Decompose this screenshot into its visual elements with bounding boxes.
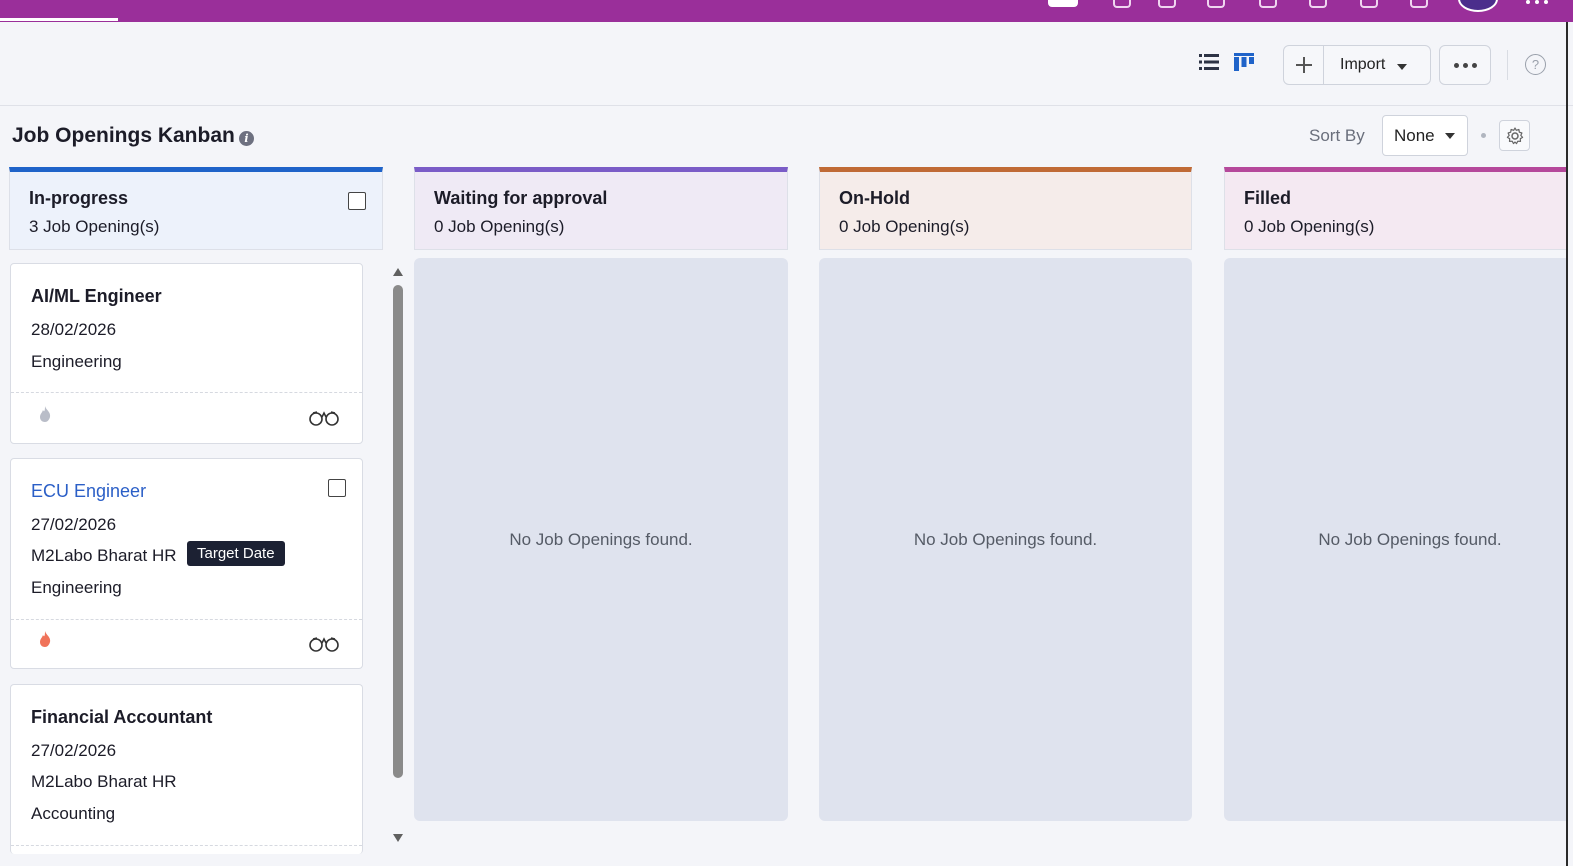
page-title: Job Openings Kanban (12, 124, 235, 147)
card-footer (11, 845, 362, 846)
link-icon[interactable] (1410, 0, 1428, 8)
column-name: In-progress (29, 188, 129, 208)
info-icon[interactable]: i (239, 131, 254, 146)
toolbar-divider (1507, 50, 1508, 80)
column-body-waiting-for-approval: No Job Openings found. (414, 258, 788, 821)
flame-icon (39, 406, 51, 422)
job-card[interactable]: Financial Accountant 27/02/2026 M2Labo B… (10, 684, 363, 854)
column-count: 0 Job Opening(s) (434, 217, 565, 236)
toolbar: Import ? (0, 22, 1573, 106)
more-icon (1453, 62, 1459, 68)
import-button[interactable]: Import (1324, 46, 1430, 84)
window-edge (1566, 22, 1568, 866)
kanban-settings-button[interactable] (1499, 120, 1530, 151)
job-card[interactable]: ECU Engineer 27/02/2026 M2Labo Bharat HR… (10, 458, 363, 669)
apps-grid-icon[interactable] (1525, 0, 1549, 6)
chevron-down-icon (1444, 132, 1455, 139)
import-label: Import (1340, 56, 1386, 73)
column-header-in-progress: In-progress 3 Job Opening(s) (9, 167, 383, 250)
hiring-manager: M2Labo Bharat HR (31, 772, 177, 791)
binoculars-icon[interactable] (309, 636, 339, 652)
job-title[interactable]: AI/ML Engineer (31, 286, 162, 307)
scrollbar-thumb[interactable] (393, 285, 403, 778)
help-icon[interactable]: ? (1525, 54, 1546, 75)
flame-icon (39, 631, 51, 647)
scroll-up-arrow[interactable] (393, 268, 403, 276)
card-footer (11, 619, 362, 620)
empty-state-text: No Job Openings found. (509, 529, 693, 549)
avatar[interactable] (1458, 0, 1498, 12)
calendar-icon[interactable] (1259, 0, 1277, 8)
sort-by-select[interactable]: None (1382, 115, 1468, 156)
chevron-down-icon (1397, 63, 1408, 70)
column-count: 0 Job Opening(s) (1244, 217, 1375, 236)
target-date: 27/02/2026 (31, 515, 117, 534)
column-body-on-hold: No Job Openings found. (819, 258, 1192, 821)
search-icon[interactable] (1113, 0, 1131, 8)
department: Accounting (31, 804, 116, 823)
mail-icon[interactable] (1309, 0, 1327, 8)
sort-by-label: Sort By (1309, 126, 1365, 145)
column-name: Filled (1244, 188, 1292, 208)
job-card[interactable]: AI/ML Engineer 28/02/2026 Engineering (10, 263, 363, 444)
card-footer (11, 392, 362, 393)
top-nav-bar (0, 0, 1573, 22)
plus-icon (1295, 57, 1312, 73)
column-name: Waiting for approval (434, 188, 608, 208)
more-options-button[interactable] (1439, 45, 1491, 85)
target-date: 28/02/2026 (31, 320, 117, 339)
department: Engineering (31, 578, 122, 597)
column-body-filled: No Job Openings found. (1224, 258, 1566, 821)
column-header-filled: Filled 0 Job Opening(s) (1224, 167, 1566, 250)
create-import-group: Import (1283, 45, 1431, 85)
binoculars-icon[interactable] (309, 410, 339, 426)
gear-icon (1506, 126, 1523, 144)
card-checkbox[interactable] (328, 479, 346, 497)
job-title-link[interactable]: ECU Engineer (31, 481, 146, 502)
job-title[interactable]: Financial Accountant (31, 707, 212, 728)
add-button[interactable] (1284, 46, 1324, 84)
setup-icon[interactable] (1360, 0, 1378, 8)
column-header-on-hold: On-Hold 0 Job Opening(s) (819, 167, 1192, 250)
column-name: On-Hold (839, 188, 910, 208)
tooltip: Target Date (187, 541, 285, 566)
hiring-manager: M2Labo Bharat HR (31, 546, 177, 565)
select-all-checkbox[interactable] (348, 192, 366, 210)
column-count: 0 Job Opening(s) (839, 217, 970, 236)
scroll-down-arrow[interactable] (393, 834, 403, 842)
kanban-view-icon[interactable] (1234, 53, 1254, 71)
empty-state-text: No Job Openings found. (1318, 529, 1502, 549)
add-tab-icon[interactable] (1048, 0, 1078, 7)
notifications-icon[interactable] (1207, 0, 1225, 8)
active-tab-indicator (0, 18, 118, 21)
separator-dot (1481, 133, 1486, 138)
department: Engineering (31, 352, 122, 371)
sort-by-value: None (1394, 125, 1435, 145)
target-date: 27/02/2026 (31, 741, 117, 760)
empty-state-text: No Job Openings found. (913, 529, 1098, 549)
column-header-waiting-for-approval: Waiting for approval 0 Job Opening(s) (414, 167, 788, 250)
column-count: 3 Job Opening(s) (29, 217, 160, 236)
chat-icon[interactable] (1158, 0, 1176, 8)
list-view-icon[interactable] (1199, 53, 1219, 71)
